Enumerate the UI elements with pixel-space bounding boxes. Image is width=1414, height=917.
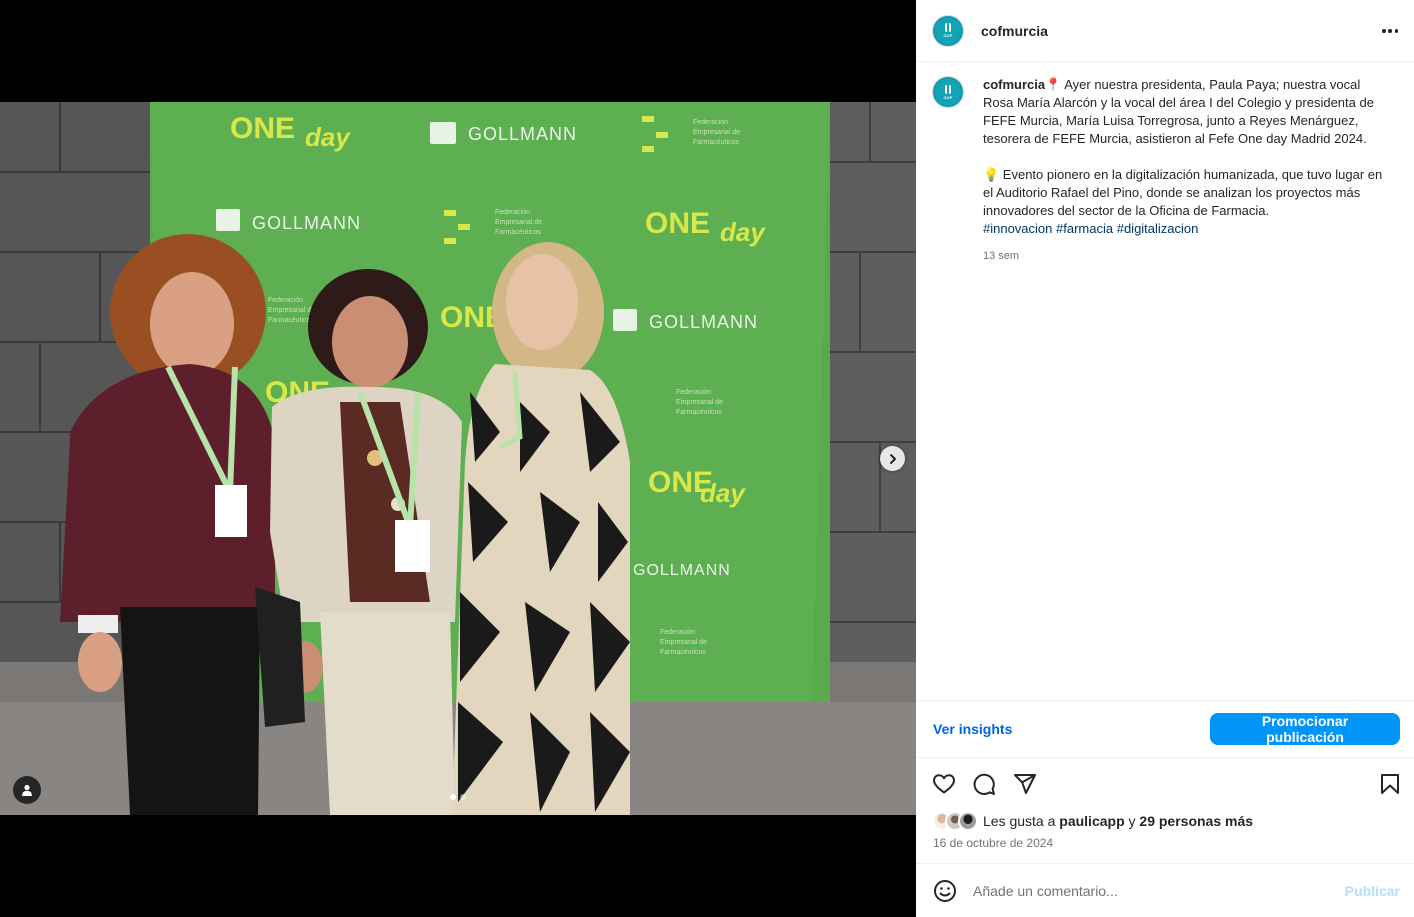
svg-text:Federación: Federación: [693, 119, 728, 126]
cof-logo: COF: [935, 79, 961, 105]
slide-dot-active: [450, 794, 456, 800]
svg-text:Farmacéuticos: Farmacéuticos: [676, 409, 722, 416]
svg-text:GOLLMANN: GOLLMANN: [649, 312, 758, 332]
svg-text:GOLLMANN: GOLLMANN: [633, 562, 731, 579]
media-viewer: ONE day ONE day ONE ONE ONE day GOLLMANN GO…: [0, 0, 916, 917]
post-header: COF cofmurcia: [916, 0, 1414, 62]
svg-text:GOLLMANN: GOLLMANN: [252, 213, 361, 233]
svg-text:Empresarial de: Empresarial de: [268, 307, 315, 314]
likes-connector: y: [1128, 813, 1136, 829]
bookmark-icon: [1381, 774, 1399, 794]
svg-text:Empresarial de: Empresarial de: [693, 129, 740, 136]
caduceus-icon: [945, 84, 951, 94]
svg-text:day: day: [700, 478, 746, 508]
heart-icon: [933, 774, 955, 794]
like-button[interactable]: [932, 772, 956, 796]
likes-prefix: Les gusta a: [983, 813, 1056, 829]
user-icon: [22, 784, 32, 796]
more-dot: [1388, 29, 1392, 33]
comment-input[interactable]: [973, 882, 1333, 899]
svg-text:Farmacéuticos: Farmacéuticos: [495, 229, 541, 236]
caption-avatar[interactable]: COF: [932, 76, 964, 108]
caption-text: cofmurcia📍 Ayer nuestra presidenta, Paul…: [983, 76, 1383, 263]
svg-text:ONE: ONE: [230, 112, 295, 145]
share-icon: [1014, 774, 1036, 794]
post-date: 16 de octubre de 2024: [933, 836, 1054, 850]
action-bar: [932, 770, 1402, 798]
svg-text:Empresarial de: Empresarial de: [660, 639, 707, 646]
save-button[interactable]: [1378, 772, 1402, 796]
svg-text:Farmacéuticos: Farmacéuticos: [693, 139, 739, 146]
publish-button[interactable]: Publicar: [1345, 883, 1400, 899]
logo-text: COF: [943, 33, 953, 38]
liker-avatars[interactable]: [932, 811, 978, 831]
svg-text:Federación: Federación: [268, 297, 303, 304]
svg-text:Empresarial de: Empresarial de: [495, 219, 542, 226]
likes-others-link[interactable]: 29 personas más: [1139, 813, 1253, 829]
svg-text:day: day: [305, 122, 351, 152]
comment-button[interactable]: [972, 772, 996, 796]
view-insights-link[interactable]: Ver insights: [933, 721, 1012, 737]
share-button[interactable]: [1013, 772, 1037, 796]
svg-text:Federación: Federación: [660, 629, 695, 636]
time-ago[interactable]: 13 sem: [983, 249, 1383, 263]
svg-text:Farmacéuticos: Farmacéuticos: [660, 649, 706, 656]
post-photo: ONE day ONE day ONE ONE ONE day GOLLMANN GO…: [0, 102, 916, 815]
svg-text:ONE: ONE: [645, 207, 710, 240]
svg-text:day: day: [720, 217, 766, 247]
more-options-button[interactable]: [1382, 22, 1398, 40]
caption-event: 💡 Evento pionero en la digitalización hu…: [983, 167, 1383, 218]
tagged-users-button[interactable]: [13, 776, 41, 804]
hashtag-link[interactable]: #digitalizacion: [1117, 221, 1199, 236]
slide-indicator: [450, 794, 466, 800]
next-slide-button[interactable]: [880, 446, 905, 471]
svg-text:Farmacéuticos: Farmacéuticos: [268, 317, 314, 324]
hashtags: #innovacion #farmacia #digitalizacion: [983, 220, 1383, 238]
hashtag-link[interactable]: #farmacia: [1056, 221, 1113, 236]
slide-dot: [460, 794, 466, 800]
more-dot: [1382, 29, 1386, 33]
svg-text:GOLLMANN: GOLLMANN: [468, 124, 577, 144]
header-username[interactable]: cofmurcia: [981, 23, 1048, 39]
comment-icon: [973, 773, 995, 795]
caduceus-icon: [945, 23, 951, 32]
liker-username[interactable]: paulicapp: [1059, 813, 1124, 829]
post-sidebar: COF cofmurcia COF cofmurcia📍 Ayer nuestr…: [916, 0, 1414, 917]
caption: COF cofmurcia📍 Ayer nuestra presidenta, …: [932, 76, 1402, 263]
avatar: [958, 811, 978, 831]
insights-bar: Ver insights Promocionar publicación: [916, 700, 1414, 758]
svg-text:Empresarial de: Empresarial de: [676, 399, 723, 406]
logo-text: COF: [943, 94, 953, 100]
likes-summary: Les gusta a paulicapp y 29 personas más: [932, 811, 1253, 831]
svg-text:Federación: Federación: [676, 389, 711, 396]
profile-avatar[interactable]: COF: [932, 14, 964, 47]
caption-username[interactable]: cofmurcia: [983, 77, 1045, 92]
hashtag-link[interactable]: #innovacion: [983, 221, 1052, 236]
comment-composer: Publicar: [916, 863, 1414, 917]
emoji-icon[interactable]: [933, 879, 957, 903]
chevron-right-icon: [889, 453, 896, 464]
cof-logo: COF: [935, 17, 961, 44]
svg-text:Federación: Federación: [495, 209, 530, 216]
promote-post-button[interactable]: Promocionar publicación: [1210, 713, 1400, 745]
more-dot: [1394, 29, 1398, 33]
